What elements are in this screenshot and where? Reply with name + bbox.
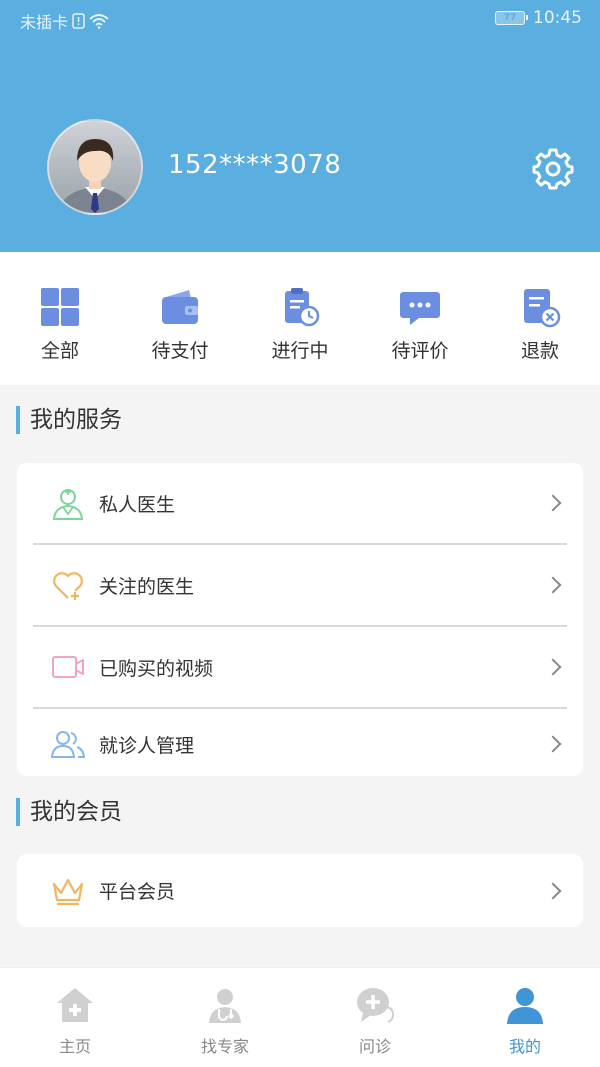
membership-platform-member[interactable]: 平台会员 bbox=[17, 854, 583, 927]
tab-mine[interactable]: 我的 bbox=[450, 968, 600, 1067]
order-pending-payment-label: 待支付 bbox=[151, 340, 209, 362]
tab-home[interactable]: 主页 bbox=[0, 968, 150, 1067]
consult-icon bbox=[357, 988, 395, 1023]
order-to-review-label: 待评价 bbox=[391, 340, 449, 362]
grid-icon bbox=[41, 288, 79, 326]
tab-mine-label: 我的 bbox=[508, 1037, 541, 1056]
order-all-label: 全部 bbox=[40, 340, 79, 362]
tab-home-label: 主页 bbox=[58, 1037, 91, 1056]
chevron-right-icon bbox=[544, 735, 562, 753]
service-patient-management-label: 就诊人管理 bbox=[99, 734, 195, 757]
carrier-status: 未插卡 bbox=[20, 9, 109, 33]
carrier-label: 未插卡 bbox=[20, 13, 69, 32]
order-refund-label: 退款 bbox=[520, 340, 559, 362]
home-icon bbox=[57, 988, 93, 1022]
order-refund-button[interactable]: 退款 bbox=[480, 252, 600, 385]
sim-alert-icon bbox=[72, 13, 85, 29]
order-to-review-button[interactable]: 待评价 bbox=[360, 252, 480, 385]
tab-find-expert[interactable]: 找专家 bbox=[150, 968, 300, 1067]
service-purchased-videos[interactable]: 已购买的视频 bbox=[17, 627, 583, 707]
refund-doc-icon bbox=[524, 289, 561, 328]
clock: 10:45 bbox=[533, 8, 582, 28]
order-status-bar: 全部 待支付 进行中 待评价 退款 bbox=[0, 252, 600, 385]
chevron-right-icon bbox=[544, 494, 562, 512]
chevron-right-icon bbox=[544, 882, 562, 899]
service-private-doctor-label: 私人医生 bbox=[99, 493, 176, 516]
wallet-icon bbox=[162, 290, 198, 324]
status-bar: 未插卡 77 10:45 bbox=[0, 0, 600, 36]
profile-icon bbox=[507, 988, 543, 1024]
services-section-title: 我的服务 bbox=[16, 406, 122, 434]
users-icon bbox=[51, 731, 85, 758]
order-pending-payment-button[interactable]: 待支付 bbox=[120, 252, 240, 385]
service-followed-doctors[interactable]: 关注的医生 bbox=[17, 545, 583, 625]
membership-card: 平台会员 bbox=[17, 854, 583, 927]
phone-number: 152****3078 bbox=[168, 150, 342, 180]
services-card: 私人医生 关注的医生 已购买的视频 就诊人管理 bbox=[17, 463, 583, 776]
membership-platform-member-label: 平台会员 bbox=[99, 881, 176, 903]
tab-consult-label: 问诊 bbox=[358, 1037, 391, 1056]
service-patient-management[interactable]: 就诊人管理 bbox=[17, 709, 583, 779]
doctor-icon bbox=[52, 489, 84, 520]
chat-bubble-icon bbox=[400, 292, 440, 325]
clipboard-clock-icon bbox=[285, 288, 320, 327]
bottom-tab-bar: 主页 找专家 问诊 我的 bbox=[0, 967, 600, 1067]
tab-find-expert-label: 找专家 bbox=[200, 1037, 249, 1056]
service-followed-doctors-label: 关注的医生 bbox=[99, 575, 195, 598]
wifi-icon bbox=[89, 14, 109, 29]
user-avatar-icon bbox=[59, 139, 131, 213]
profile-header: 未插卡 77 10:45 152****3078 bbox=[0, 0, 600, 252]
order-in-progress-label: 进行中 bbox=[271, 340, 329, 362]
chevron-right-icon bbox=[544, 576, 562, 594]
settings-gear-icon[interactable] bbox=[532, 148, 574, 190]
expert-icon bbox=[209, 989, 241, 1023]
service-private-doctor[interactable]: 私人医生 bbox=[17, 463, 583, 543]
tab-consult[interactable]: 问诊 bbox=[300, 968, 450, 1067]
crown-icon bbox=[52, 878, 84, 905]
battery-level: 77 bbox=[503, 13, 517, 23]
service-purchased-videos-label: 已购买的视频 bbox=[99, 657, 214, 680]
battery-icon: 77 bbox=[495, 11, 528, 25]
heart-plus-icon bbox=[53, 572, 83, 600]
order-all-button[interactable]: 全部 bbox=[0, 252, 120, 385]
order-in-progress-button[interactable]: 进行中 bbox=[240, 252, 360, 385]
membership-section-title: 我的会员 bbox=[16, 798, 122, 826]
chevron-right-icon bbox=[544, 658, 562, 676]
avatar[interactable] bbox=[47, 119, 143, 215]
video-icon bbox=[52, 656, 84, 678]
